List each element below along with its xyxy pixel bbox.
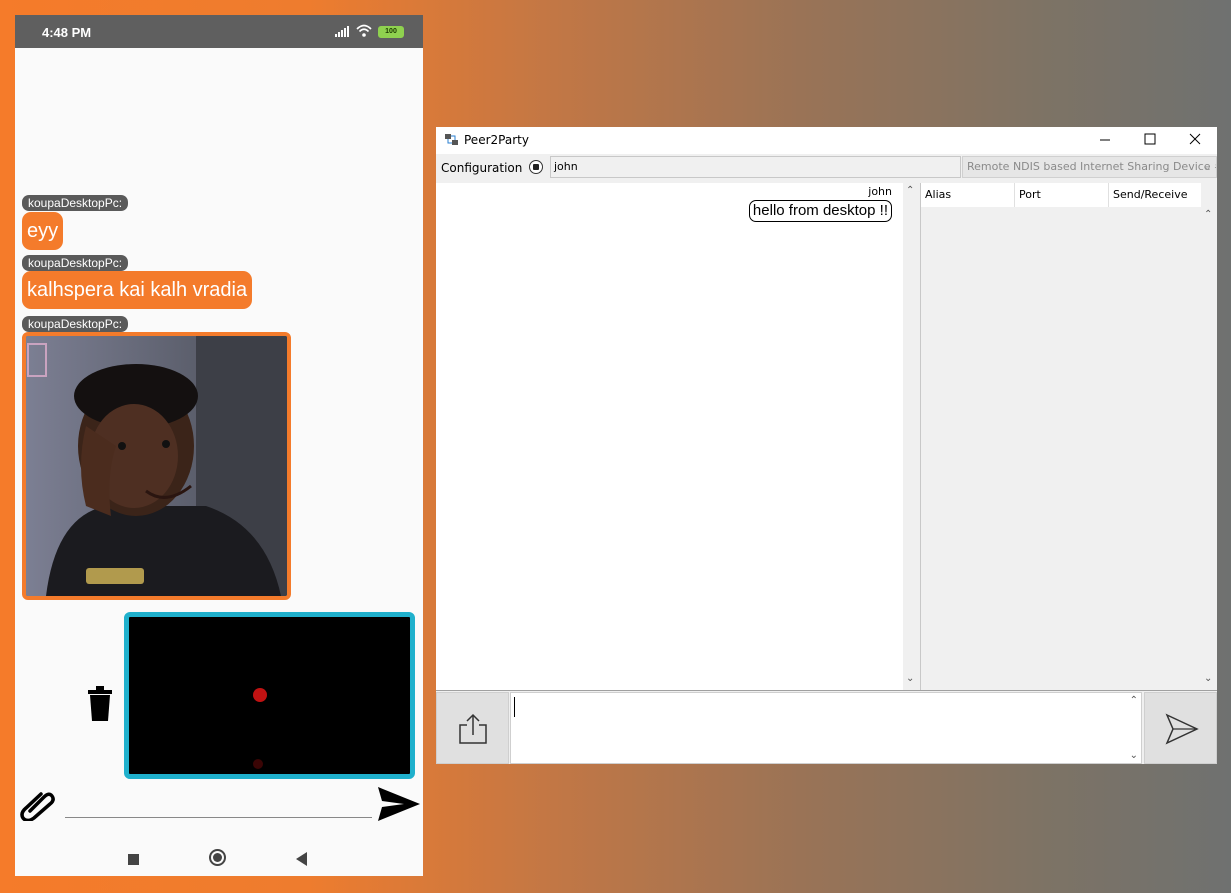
sender-label: koupaDesktopPc:	[22, 316, 129, 332]
message-input[interactable]: ⌃ ⌄	[510, 692, 1142, 764]
text-caret	[514, 697, 515, 717]
column-header[interactable]: Alias	[921, 183, 1015, 207]
configuration-menu[interactable]: Configuration	[441, 161, 522, 175]
send-button[interactable]	[1144, 692, 1217, 764]
send-icon	[1165, 713, 1199, 745]
message-bubble: kalhspera kai kalh vradia	[22, 271, 253, 309]
status-time: 4:48 PM	[42, 25, 92, 40]
video-message[interactable]	[124, 612, 415, 779]
title-bar: Peer2Party	[436, 127, 1217, 154]
column-header[interactable]: Port	[1015, 183, 1109, 207]
send-icon[interactable]	[378, 787, 420, 826]
scroll-up-icon[interactable]: ⌃	[1130, 695, 1138, 706]
peers-table-header: Alias Port Send/Receive	[921, 183, 1202, 207]
share-button[interactable]	[436, 692, 509, 764]
message-bubble: eyy	[22, 212, 64, 250]
peers-scrollbar[interactable]: ⌃ ⌄	[1201, 183, 1217, 690]
column-header[interactable]: Send/Receive	[1109, 183, 1202, 207]
peers-table: Alias Port Send/Receive	[920, 183, 1202, 690]
sender-label: koupaDesktopPc:	[22, 255, 129, 271]
message-bubble: hello from desktop !!	[748, 200, 892, 222]
signal-icon	[335, 25, 351, 40]
image-message[interactable]	[22, 332, 291, 600]
scroll-down-icon[interactable]: ⌄	[1130, 750, 1138, 761]
trash-icon[interactable]	[87, 686, 113, 726]
video-preview	[253, 688, 267, 769]
chat-area: john hello from desktop !!	[436, 183, 904, 690]
android-nav-bar	[15, 823, 423, 876]
share-icon	[459, 713, 487, 744]
nav-recents-icon[interactable]	[128, 854, 139, 865]
scroll-down-icon[interactable]: ⌄	[1204, 673, 1212, 684]
paperclip-icon[interactable]	[20, 787, 56, 826]
network-device-select[interactable]: Remote NDIS based Internet Sharing Devic…	[962, 156, 1217, 178]
nav-back-icon[interactable]	[296, 852, 307, 866]
app-icon	[445, 133, 459, 150]
network-device-label: Remote NDIS based Internet Sharing Devic…	[967, 160, 1217, 173]
scroll-down-icon[interactable]: ⌄	[906, 673, 914, 684]
close-icon[interactable]	[1172, 127, 1217, 154]
battery-icon: 100	[378, 26, 404, 38]
minimize-icon[interactable]	[1082, 127, 1128, 154]
alias-input[interactable]: john	[550, 156, 961, 178]
scroll-up-icon[interactable]: ⌃	[906, 185, 914, 196]
sender-label: koupaDesktopPc:	[22, 195, 129, 211]
window-title: Peer2Party	[464, 133, 529, 147]
message-author: john	[868, 185, 892, 198]
message-input[interactable]	[65, 817, 372, 818]
wifi-icon	[356, 24, 372, 40]
divider	[436, 690, 1217, 691]
meme-photo	[26, 336, 287, 596]
peer2party-window: Peer2Party Configuration john Remote NDI…	[436, 127, 1217, 764]
maximize-icon[interactable]	[1127, 127, 1173, 154]
chat-scrollbar[interactable]: ⌃ ⌄	[903, 183, 919, 690]
phone-screen: 4:48 PM 100 koupaDesktopPc: eyy koupaDes…	[15, 15, 423, 876]
nav-home-icon[interactable]	[209, 849, 226, 866]
toolbar: Configuration john Remote NDIS based Int…	[436, 154, 1217, 180]
scroll-up-icon[interactable]: ⌃	[1204, 209, 1212, 220]
status-radio[interactable]	[529, 160, 543, 174]
chevron-down-icon: ⌄	[1202, 160, 1212, 173]
status-bar: 4:48 PM 100	[15, 15, 423, 48]
